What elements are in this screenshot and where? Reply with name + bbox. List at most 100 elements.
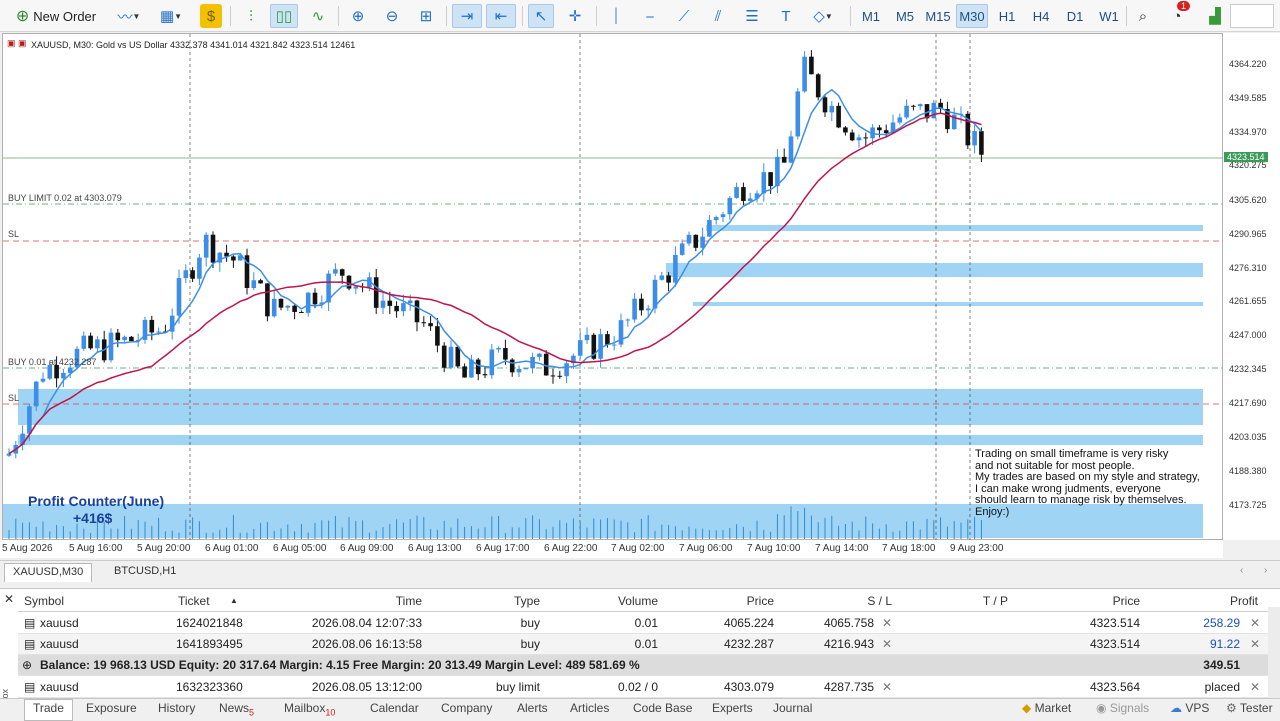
text-tool[interactable]: T (774, 4, 798, 28)
trade-scrollbar[interactable] (1268, 607, 1280, 699)
algo-trading-button[interactable]: $ (200, 4, 222, 28)
table-row[interactable]: ▤ xauusd 1641893495 2026.08.06 16:13:58 … (18, 634, 1268, 655)
row-time: 2026.08.05 13:12:00 (311, 680, 422, 694)
tabs-scroll-right-icon[interactable]: › (1264, 565, 1267, 576)
row-price: 4232.287 (723, 637, 774, 651)
col-profit[interactable]: Profit (1158, 594, 1258, 608)
time-scale[interactable]: 5 Aug 2026 5 Aug 16:00 5 Aug 20:00 6 Aug… (0, 540, 1223, 558)
candle-body (557, 375, 563, 377)
delete-order-icon[interactable]: ✕ (1250, 680, 1260, 694)
price-tick: 4276.310 (1229, 263, 1267, 273)
candle-body (639, 298, 644, 311)
candle-body (734, 187, 739, 198)
close-position-icon[interactable]: ✕ (1250, 616, 1260, 630)
price-chart[interactable]: XAUUSD, M30: Gold vs US Dollar 4332.378 … (2, 33, 1224, 541)
demand-zone (18, 389, 1203, 425)
vertical-line-tool[interactable]: ⏐ (604, 4, 628, 28)
candle-body (537, 353, 542, 357)
time-tick: 9 Aug 23:00 (950, 543, 1004, 554)
tab-news[interactable]: News5 (219, 701, 254, 717)
cursor-tool-button[interactable]: ↖ (528, 4, 554, 28)
quick-search-input[interactable] (1230, 4, 1274, 28)
tab-history[interactable]: History (158, 701, 195, 715)
table-row[interactable]: ▤ xauusd 1624021848 2026.08.04 12:07:33 … (18, 613, 1268, 634)
horizontal-line-tool[interactable]: ⎯ (638, 4, 662, 28)
timeframe-h1[interactable]: H1 (992, 4, 1022, 28)
candle-body (972, 131, 977, 146)
tab-articles[interactable]: Articles (570, 701, 609, 715)
time-tick: 6 Aug 01:00 (205, 543, 259, 554)
remove-sl-icon[interactable]: ✕ (882, 616, 892, 630)
profit-counter-value: +416$ (73, 510, 113, 526)
tab-calendar[interactable]: Calendar (370, 701, 419, 715)
signal-strength-button[interactable]: ▟ (1204, 4, 1226, 28)
new-order-button[interactable]: ⊕ New Order (8, 4, 104, 28)
timeframe-w1[interactable]: W1 (1094, 4, 1124, 28)
price-tick: 4247.000 (1229, 330, 1267, 340)
timeframe-m15[interactable]: M15 (922, 4, 954, 28)
trendline-tool[interactable]: ⟋ (672, 4, 696, 28)
tab-code-base[interactable]: Code Base (633, 701, 692, 715)
chart-shift-button[interactable]: ⇤ (486, 4, 516, 28)
cloud-icon: ☁ (1170, 701, 1182, 715)
tester-label: Tester (1239, 701, 1273, 715)
table-row[interactable]: ▤ xauusd 1632323360 2026.08.05 13:12:00 … (18, 677, 1268, 698)
notifications-button[interactable]: ◔ 1 (1164, 1, 1191, 28)
row-symbol: xauusd (40, 637, 79, 651)
timeframe-m30[interactable]: M30 (956, 4, 988, 28)
candle-body (346, 275, 352, 289)
col-sl[interactable]: S / L (798, 594, 892, 608)
col-symbol[interactable]: Symbol (24, 594, 64, 608)
crosshair-tool-button[interactable]: ✛ (562, 4, 588, 28)
tab-trade[interactable]: Trade (24, 699, 73, 721)
vps-button[interactable]: ☁ VPS (1170, 701, 1209, 715)
col-ticket[interactable]: Ticket (178, 594, 210, 608)
tabs-scroll-left-icon[interactable]: ‹ (1240, 565, 1243, 576)
price-scale[interactable]: 4364.220 4349.585 4334.970 4320.275 4305… (1223, 33, 1280, 540)
channel-tool[interactable]: ⫽ (706, 4, 730, 28)
col-time[interactable]: Time (318, 594, 422, 608)
timeframe-d1[interactable]: D1 (1060, 4, 1090, 28)
candlestick-chart-button[interactable]: ▯▯ (270, 4, 298, 28)
close-panel-icon[interactable]: ✕ (4, 592, 14, 606)
tab-company[interactable]: Company (441, 701, 492, 715)
col-price[interactable]: Price (678, 594, 774, 608)
bar-chart-button[interactable]: ⫶ (238, 4, 264, 28)
timeframe-h4[interactable]: H4 (1026, 4, 1056, 28)
timeframe-m5[interactable]: M5 (890, 4, 920, 28)
col-volume[interactable]: Volume (558, 594, 658, 608)
shapes-dropdown[interactable]: ◇ ▼ (806, 4, 840, 28)
templates-dropdown[interactable]: ▦ ▼ (152, 4, 190, 28)
chart-tab-xauusd[interactable]: XAUUSD,M30 (4, 563, 93, 582)
col-tp[interactable]: T / P (908, 594, 1008, 608)
zoom-out-button[interactable]: ⊖ (380, 4, 404, 28)
tab-experts[interactable]: Experts (712, 701, 753, 715)
chart-type-dropdown[interactable]: 〰 ▼ (112, 4, 146, 28)
candle-body (149, 319, 155, 333)
chart-tab-btcusd[interactable]: BTCUSD,H1 (106, 563, 184, 582)
col-type[interactable]: Type (438, 594, 540, 608)
line-chart-button[interactable]: ∿ (304, 4, 332, 28)
tester-button[interactable]: ⚙ Tester (1226, 701, 1273, 715)
close-position-icon[interactable]: ✕ (1250, 637, 1260, 651)
tab-mailbox[interactable]: Mailbox10 (284, 701, 335, 717)
timeframe-m1[interactable]: M1 (856, 4, 886, 28)
fibonacci-tool[interactable]: ☰ (740, 4, 764, 28)
row-volume: 0.02 / 0 (617, 680, 658, 694)
candle-body (176, 278, 182, 316)
market-button[interactable]: ◆ Market (1022, 701, 1071, 715)
zoom-in-button[interactable]: ⊕ (346, 4, 370, 28)
collapse-icon[interactable]: ⊕ (22, 658, 32, 672)
remove-sl-icon[interactable]: ✕ (882, 637, 892, 651)
signals-button[interactable]: ◉ Signals (1096, 701, 1149, 715)
tab-journal[interactable]: Journal (773, 701, 812, 715)
search-button[interactable]: ⌕ (1132, 4, 1154, 28)
tab-exposure[interactable]: Exposure (86, 701, 137, 715)
candle-body (727, 197, 733, 215)
remove-sl-icon[interactable]: ✕ (882, 680, 892, 694)
tile-windows-button[interactable]: ⊞ (414, 4, 438, 28)
tab-alerts[interactable]: Alerts (517, 701, 548, 715)
col-current-price[interactable]: Price (1038, 594, 1140, 608)
row-price: 4065.224 (723, 616, 774, 630)
autoscroll-button[interactable]: ⇥ (452, 4, 482, 28)
